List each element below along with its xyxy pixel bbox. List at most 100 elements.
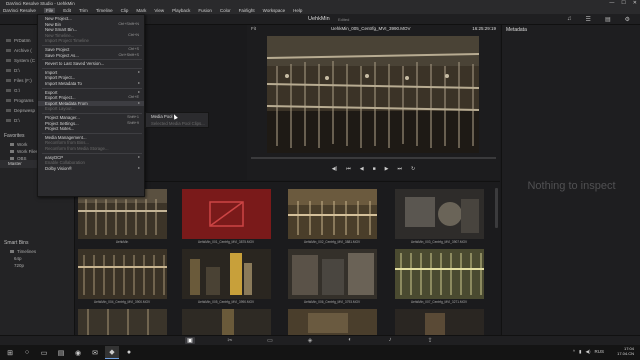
media-page-icon[interactable]: ▣ <box>185 337 195 344</box>
taskbar-clock[interactable]: 17:04 17.04.CN <box>617 346 634 356</box>
export-metadata-submenu: Media Pool Selected Media Pool Clips... <box>145 112 209 128</box>
jump-end-icon[interactable]: ⏭ <box>398 166 403 172</box>
menu-item-shortcut: Ctrl+Shift+S <box>118 52 139 57</box>
menu-playback[interactable]: Playback <box>172 8 190 13</box>
color-page-icon[interactable]: ◐ <box>345 337 355 344</box>
clip-thumbnail[interactable] <box>182 249 271 299</box>
file-menu-item[interactable]: Save Project As... Ctrl+Shift+S <box>38 53 144 59</box>
close-icon[interactable]: ✕ <box>633 0 637 6</box>
fairlight-page-icon[interactable]: ♪ <box>385 337 395 344</box>
inspector-icon[interactable]: ☰ <box>586 16 591 23</box>
search-icon[interactable]: ○ <box>20 346 34 359</box>
menu-workspace[interactable]: Workspace <box>263 8 285 13</box>
drive-icon <box>6 48 11 52</box>
menu-fairlight[interactable]: Fairlight <box>239 8 255 13</box>
mail-icon[interactable]: ✉ <box>88 346 102 359</box>
submenu-arrow-icon: ▸ <box>138 81 140 85</box>
clip-thumbnail[interactable] <box>395 309 484 335</box>
start-icon[interactable]: ⊞ <box>3 346 17 359</box>
menu-edit[interactable]: Edit <box>63 8 71 13</box>
menu-separator <box>42 152 142 154</box>
browser-icon[interactable]: ◉ <box>71 346 85 359</box>
menu-item-label: Export Layout... <box>45 106 76 112</box>
menu-item-label: Import Metadata To <box>45 81 82 86</box>
menu-separator <box>42 45 142 46</box>
task-view-icon[interactable]: ▭ <box>37 346 51 359</box>
menu-davinci-resolve[interactable]: DaVinci Resolve <box>3 8 36 13</box>
page-navigation-bar: ▣ ✂ ▭ ◈ ◐ ♪ ⇪ <box>0 335 640 345</box>
menu-timeline[interactable]: Timeline <box>96 8 113 13</box>
menu-item-label: New Bin <box>45 21 62 27</box>
os-taskbar: ⊞ ○ ▭ ▤ ◉ ✉ ◆ ● ^ ▮ ◀) RUS 17:04 17.04.C… <box>0 345 640 360</box>
obs-icon[interactable]: ● <box>122 346 136 359</box>
media-pool-scrollbar[interactable] <box>495 188 498 228</box>
clip-thumbnail[interactable] <box>288 309 377 335</box>
viewer-clip-name: UehkMin_005_Centrfg_MVI_3990.MOV <box>331 26 411 31</box>
smart-bin-item[interactable]: 720p <box>0 262 75 269</box>
menu-item-label: Project Settings... <box>45 120 79 126</box>
clip-thumbnail[interactable] <box>288 189 377 239</box>
zoom-select[interactable]: Fit <box>251 26 256 31</box>
edit-page-icon[interactable]: ▭ <box>265 337 275 344</box>
file-menu-item[interactable]: Revert to Last Saved Version... <box>38 61 144 67</box>
deliver-page-icon[interactable]: ⇪ <box>425 337 435 344</box>
clip-thumbnail[interactable] <box>288 249 377 299</box>
volume-icon[interactable]: ◀) <box>586 349 591 355</box>
stop-icon[interactable]: ■ <box>373 166 376 172</box>
explorer-icon[interactable]: ▤ <box>54 346 68 359</box>
clip-thumbnail-image <box>395 189 484 239</box>
jump-start-icon[interactable]: ⏮ <box>346 166 351 172</box>
file-menu-item[interactable]: Dolby Vision® ▸ <box>38 166 144 172</box>
file-menu-item[interactable]: Import Metadata To ▸ <box>38 81 144 87</box>
cut-page-icon[interactable]: ✂ <box>225 337 235 344</box>
sound-library-icon[interactable]: ♫ <box>567 16 572 23</box>
clip-thumbnail-selected[interactable] <box>182 189 271 239</box>
menu-separator <box>42 59 142 61</box>
file-menu-dropdown: New Project... New Bin Ctrl+Shift+N New Sma… <box>37 14 145 197</box>
clip-thumbnail[interactable] <box>182 309 271 335</box>
audio-icon[interactable]: ◀) <box>332 166 338 172</box>
clip-name: UehkMin_007_Centrfg_MVI_3271.MOV <box>410 300 468 304</box>
davinci-taskbar-icon[interactable]: ◆ <box>105 346 119 359</box>
smart-bin-item[interactable]: 64p <box>0 255 75 262</box>
clip-thumbnail[interactable] <box>395 249 484 299</box>
menu-clip[interactable]: Clip <box>121 8 129 13</box>
project-name: UehkMin <box>308 16 330 22</box>
drive-icon <box>6 58 11 62</box>
metadata-toggle-icon[interactable]: ▤ <box>605 16 611 23</box>
scrub-bar[interactable] <box>251 157 496 159</box>
reverse-icon[interactable]: ◀ <box>360 166 364 172</box>
metadata-empty-text: Nothing to inspect <box>527 180 616 192</box>
menu-fusion[interactable]: Fusion <box>198 8 212 13</box>
menu-mark[interactable]: Mark <box>136 8 146 13</box>
tray-arrow-icon[interactable]: ^ <box>573 349 575 355</box>
minimize-icon[interactable]: — <box>609 0 614 6</box>
smart-bin-item[interactable]: Timelines <box>0 248 75 255</box>
menu-item-label: Media Management... <box>45 134 87 140</box>
menu-view[interactable]: View <box>154 8 164 13</box>
drive-icon <box>6 68 11 72</box>
settings-icon[interactable]: ⚙ <box>625 16 630 23</box>
clip-thumbnail-image <box>288 189 377 239</box>
file-menu-item[interactable]: Project Notes... <box>38 126 144 132</box>
clip-name: UehkMin_002_Centrfg_MVI_3881.MOV <box>303 240 361 244</box>
loop-icon[interactable]: ↻ <box>411 166 415 172</box>
window-controls: — ☐ ✕ <box>609 0 637 6</box>
maximize-icon[interactable]: ☐ <box>621 0 625 6</box>
drive-icon <box>6 98 11 102</box>
menu-help[interactable]: Help <box>293 8 302 13</box>
play-icon[interactable]: ▶ <box>385 166 389 172</box>
language-indicator[interactable]: RUS <box>594 349 604 355</box>
network-icon[interactable]: ▮ <box>579 349 581 355</box>
clip-thumbnail[interactable] <box>78 249 167 299</box>
menu-color[interactable]: Color <box>220 8 231 13</box>
clip-thumbnail[interactable] <box>395 189 484 239</box>
clip-thumbnail-image <box>78 309 167 335</box>
video-frame[interactable] <box>267 36 479 153</box>
drive-icon <box>6 88 11 92</box>
clip-thumbnail[interactable] <box>78 309 167 335</box>
menu-trim[interactable]: Trim <box>79 8 88 13</box>
fusion-page-icon[interactable]: ◈ <box>305 337 315 344</box>
submenu-selected-clips: Selected Media Pool Clips... <box>151 121 205 126</box>
menu-file[interactable]: File <box>43 8 56 13</box>
